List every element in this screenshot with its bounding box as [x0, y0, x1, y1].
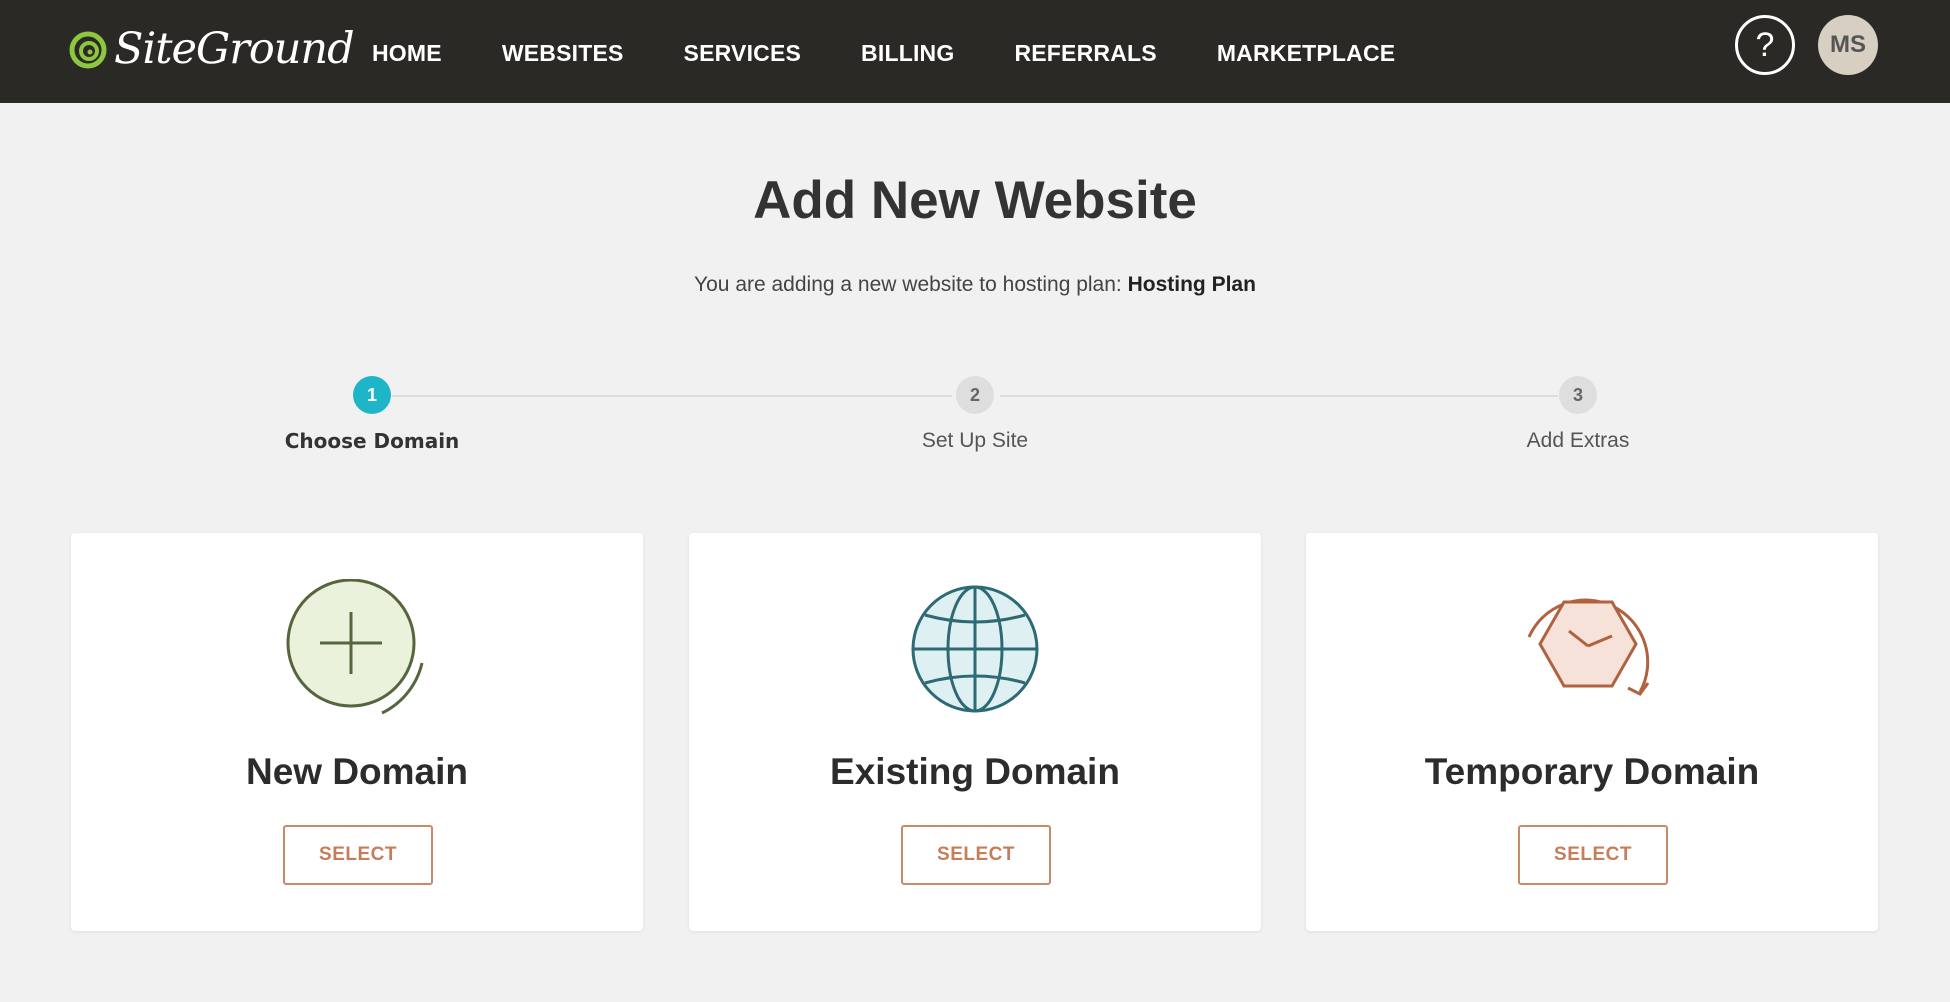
step-number-badge: 3	[1559, 376, 1597, 414]
temporary-domain-card: Temporary Domain SELECT	[1306, 533, 1878, 931]
question-mark-icon: ?	[1755, 26, 1775, 64]
select-existing-domain-button[interactable]: SELECT	[901, 825, 1051, 885]
siteground-logo[interactable]: SiteGround	[68, 22, 355, 76]
new-domain-card: New Domain SELECT	[71, 533, 643, 931]
step-choose-domain: 1 Choose Domain	[252, 375, 492, 453]
user-avatar[interactable]: MS	[1818, 15, 1878, 75]
step-set-up-site: 2 Set Up Site	[855, 375, 1095, 453]
progress-stepper: 1 Choose Domain 2 Set Up Site 3 Add Extr…	[0, 375, 1950, 455]
existing-domain-card: Existing Domain SELECT	[689, 533, 1261, 931]
select-new-domain-button[interactable]: SELECT	[283, 825, 433, 885]
clock-hexagon-icon	[1527, 598, 1650, 696]
help-button[interactable]: ?	[1735, 15, 1795, 75]
card-title: Existing Domain	[830, 751, 1120, 792]
select-temporary-domain-button[interactable]: SELECT	[1518, 825, 1668, 885]
page-subtitle: You are adding a new website to hosting …	[0, 273, 1950, 297]
nav-item-referrals[interactable]: REFERRALS	[1014, 40, 1156, 67]
main-nav: HOME WEBSITES SERVICES BILLING REFERRALS…	[372, 40, 1455, 67]
step-label: Add Extras	[1526, 429, 1630, 452]
page-title: Add New Website	[753, 171, 1197, 230]
nav-item-websites[interactable]: WEBSITES	[502, 40, 624, 67]
step-label: Set Up Site	[921, 429, 1029, 452]
nav-item-billing[interactable]: BILLING	[861, 40, 954, 67]
globe-icon	[911, 585, 1039, 713]
nav-item-home[interactable]: HOME	[372, 40, 442, 67]
step-add-extras: 3 Add Extras	[1458, 375, 1698, 453]
step-number-badge: 1	[353, 376, 391, 414]
hosting-plan-name: Hosting Plan	[1127, 273, 1256, 296]
logo-text: SiteGround	[114, 24, 355, 74]
step-number-badge: 2	[956, 376, 994, 414]
siteground-swirl-icon	[69, 31, 107, 69]
card-title: New Domain	[245, 751, 469, 792]
top-navigation-bar: SiteGround HOME WEBSITES SERVICES BILLIN…	[0, 0, 1950, 103]
nav-item-services[interactable]: SERVICES	[684, 40, 802, 67]
step-label: Choose Domain	[284, 429, 460, 453]
plus-circle-icon	[286, 579, 424, 715]
nav-item-marketplace[interactable]: MARKETPLACE	[1217, 40, 1396, 67]
subtitle-prefix: You are adding a new website to hosting …	[694, 273, 1122, 296]
card-title: Temporary Domain	[1424, 751, 1760, 792]
